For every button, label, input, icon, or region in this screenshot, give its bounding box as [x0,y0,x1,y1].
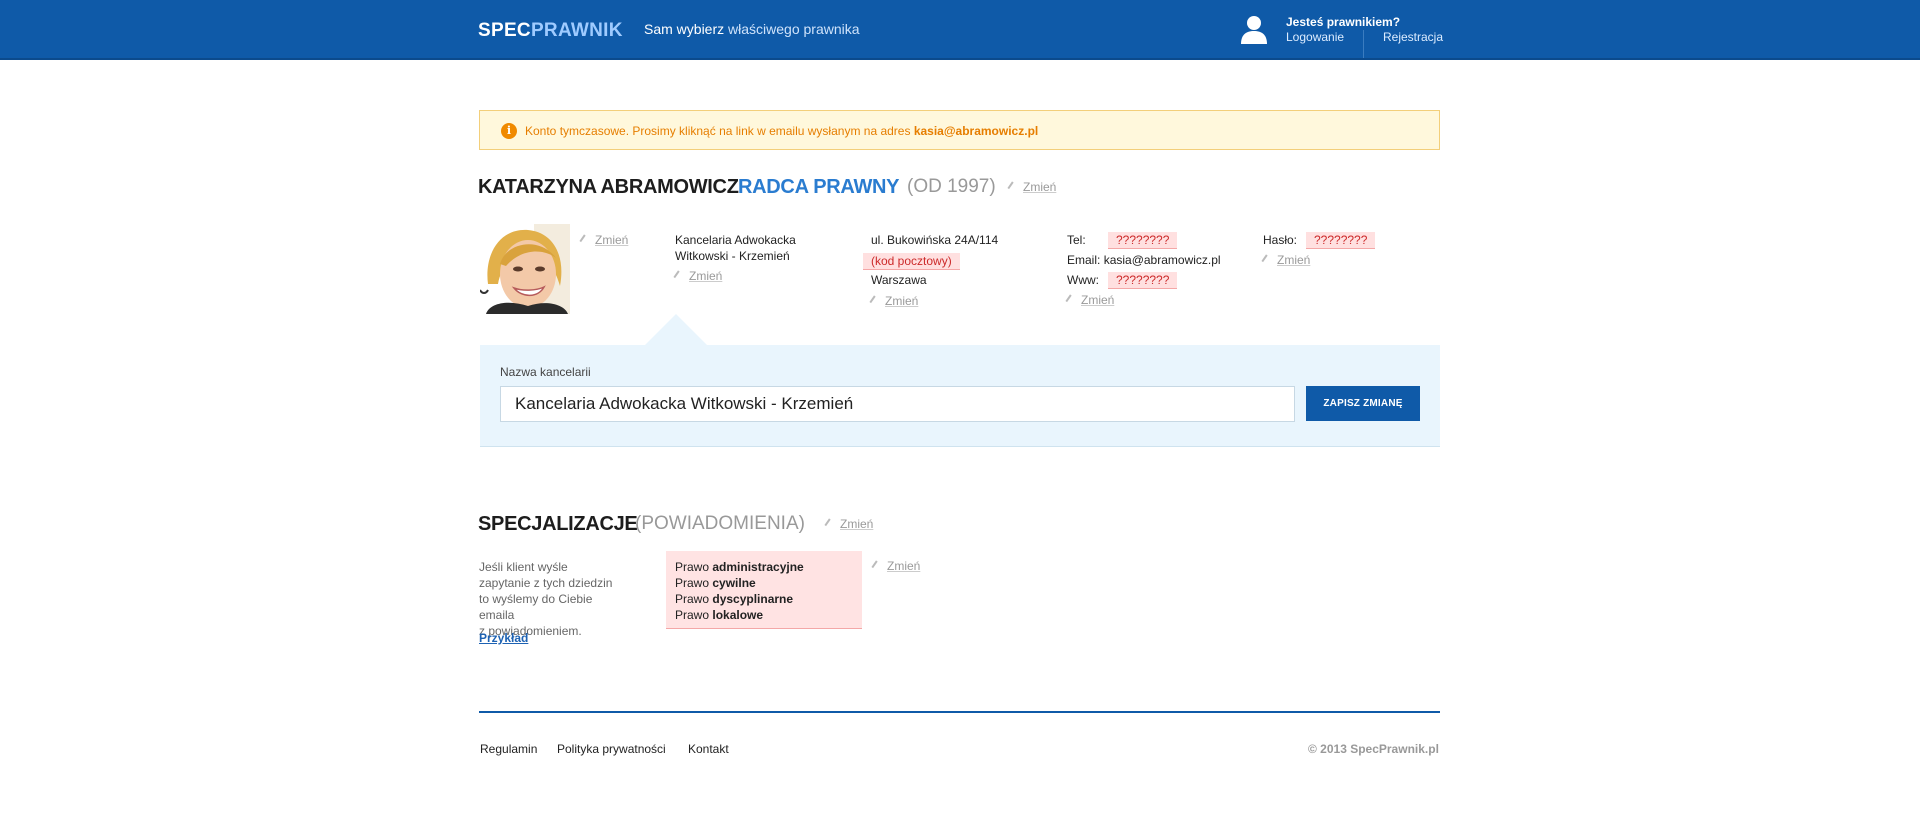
city: Warszawa [871,273,927,287]
description-line: zapytanie z tych dziedzin [479,576,613,590]
law-prefix: Prawo [675,608,713,622]
list-item: Prawo dyscyplinarne [675,591,853,607]
profile-photo [480,224,570,314]
pencil-icon [673,270,685,282]
description-line: to wyślemy do Ciebie emaila [479,592,593,622]
logo-part-prawnik: PRAWNIK [530,20,623,41]
postal-code-field: (kod pocztowy) [863,253,960,270]
www-missing: ???????? [1108,272,1178,289]
law-area: cywilne [712,576,756,590]
password-label: Hasło: [1263,233,1298,247]
law-area: dyscyplinarne [712,592,794,606]
lawyer-name: KATARZYNA ABRAMOWICZ [478,176,739,198]
info-icon: i [501,123,517,139]
list-item: Prawo administracyjne [675,559,853,575]
tagline-rest: właściwego prawnika [724,21,860,37]
specializations-list: Prawo administracyjne Prawo cywilne Praw… [666,551,862,629]
logo[interactable]: SPECPRAWNIK [478,20,623,42]
law-prefix: Prawo [675,576,713,590]
tel-label: Tel: [1067,233,1086,247]
edit-contact-button[interactable]: Zmień [1065,293,1115,307]
specializations-title: SPECJALIZACJE [478,513,638,535]
top-navigation-bar: SPECPRAWNIK Sam wybierz właściwego prawn… [0,0,1920,60]
practice-since: (OD 1997) [907,176,996,197]
notifications-subtitle: (POWIADOMIENIA) [635,513,805,534]
list-item: Prawo lokalowe [675,607,853,623]
email-label: Email: [1067,253,1101,267]
law-area: lokalowe [712,608,764,622]
pencil-icon [869,295,881,307]
profile-photo-image [480,224,570,314]
edit-label: Zmień [595,233,629,247]
postal-code-missing: (kod pocztowy) [863,253,960,270]
www-field: ???????? [1108,272,1178,289]
temporary-account-notice: i Konto tymczasowe. Prosimy kliknąć na l… [479,110,1440,150]
footer-divider [479,711,1440,713]
header-divider [1363,30,1364,58]
description-line: Jeśli klient wyśle [479,560,568,574]
street-address: ul. Bukowińska 24A/114 [871,233,999,247]
password-missing: ???????? [1306,232,1376,249]
www-label: Www: [1067,273,1099,287]
footer-link-terms[interactable]: Regulamin [480,742,537,756]
edit-label: Zmień [1023,180,1057,194]
notice-text: Konto tymczasowe. Prosimy kliknąć na lin… [525,124,1038,138]
law-area: administracyjne [712,560,804,574]
edit-label: Zmień [885,294,919,308]
save-changes-button[interactable]: ZAPISZ ZMIANĘ [1306,386,1420,421]
firm-name-line-1: Kancelaria Adwokacka [675,233,796,247]
lawyer-question: Jesteś prawnikiem? [1286,15,1401,29]
pencil-icon [824,518,836,530]
edit-specializations-button[interactable]: Zmień [871,559,921,573]
firm-name: Kancelaria Adwokacka Witkowski - Krzemie… [675,232,796,264]
specializations-description: Jeśli klient wyśle zapytanie z tych dzie… [479,559,629,639]
tagline: Sam wybierz właściwego prawnika [644,21,860,37]
pencil-icon [1261,254,1273,266]
email-value: kasia@abramowicz.pl [1103,253,1221,267]
edit-firm-button[interactable]: Zmień [673,269,723,283]
edit-firm-panel: Nazwa kancelarii ZAPISZ ZMIANĘ [480,345,1440,447]
edit-label: Zmień [887,559,921,573]
notice-message: Konto tymczasowe. Prosimy kliknąć na lin… [525,124,914,138]
edit-label: Zmień [840,517,874,531]
edit-label: Zmień [1081,293,1115,307]
tel-missing: ???????? [1108,232,1178,249]
tel-field: ???????? [1108,232,1178,249]
pencil-icon [871,560,883,572]
register-link[interactable]: Rejestracja [1383,30,1443,44]
edit-specializations-header-button[interactable]: Zmień [824,517,874,531]
firm-name-input[interactable] [500,386,1295,422]
pencil-icon [579,234,591,246]
tagline-bold: Sam wybierz [644,21,725,37]
pencil-icon [1007,181,1019,193]
pencil-icon [1065,294,1077,306]
panel-pointer [645,314,707,345]
lawyer-title: RADCA PRAWNY [738,176,900,198]
firm-name-line-2: Witkowski - Krzemień [675,249,790,263]
edit-name-button[interactable]: Zmień [1007,180,1057,194]
user-icon [1241,16,1267,44]
edit-label: Zmień [1277,253,1311,267]
edit-address-button[interactable]: Zmień [869,294,919,308]
notice-email: kasia@abramowicz.pl [913,124,1039,138]
footer-link-contact[interactable]: Kontakt [688,742,729,756]
firm-name-label: Nazwa kancelarii [500,365,591,379]
edit-photo-button[interactable]: Zmień [579,233,629,247]
password-field: ???????? [1306,232,1376,249]
law-prefix: Prawo [675,560,713,574]
list-item: Prawo cywilne [675,575,853,591]
edit-label: Zmień [689,269,723,283]
law-prefix: Prawo [675,592,713,606]
copyright: © 2013 SpecPrawnik.pl [1308,742,1439,756]
logo-part-spec: SPEC [478,20,531,41]
login-link[interactable]: Logowanie [1286,30,1344,44]
edit-password-button[interactable]: Zmień [1261,253,1311,267]
footer-link-privacy[interactable]: Polityka prywatności [557,742,666,756]
example-link[interactable]: Przykład [479,631,528,645]
email-row: Email: kasia@abramowicz.pl [1067,252,1221,268]
